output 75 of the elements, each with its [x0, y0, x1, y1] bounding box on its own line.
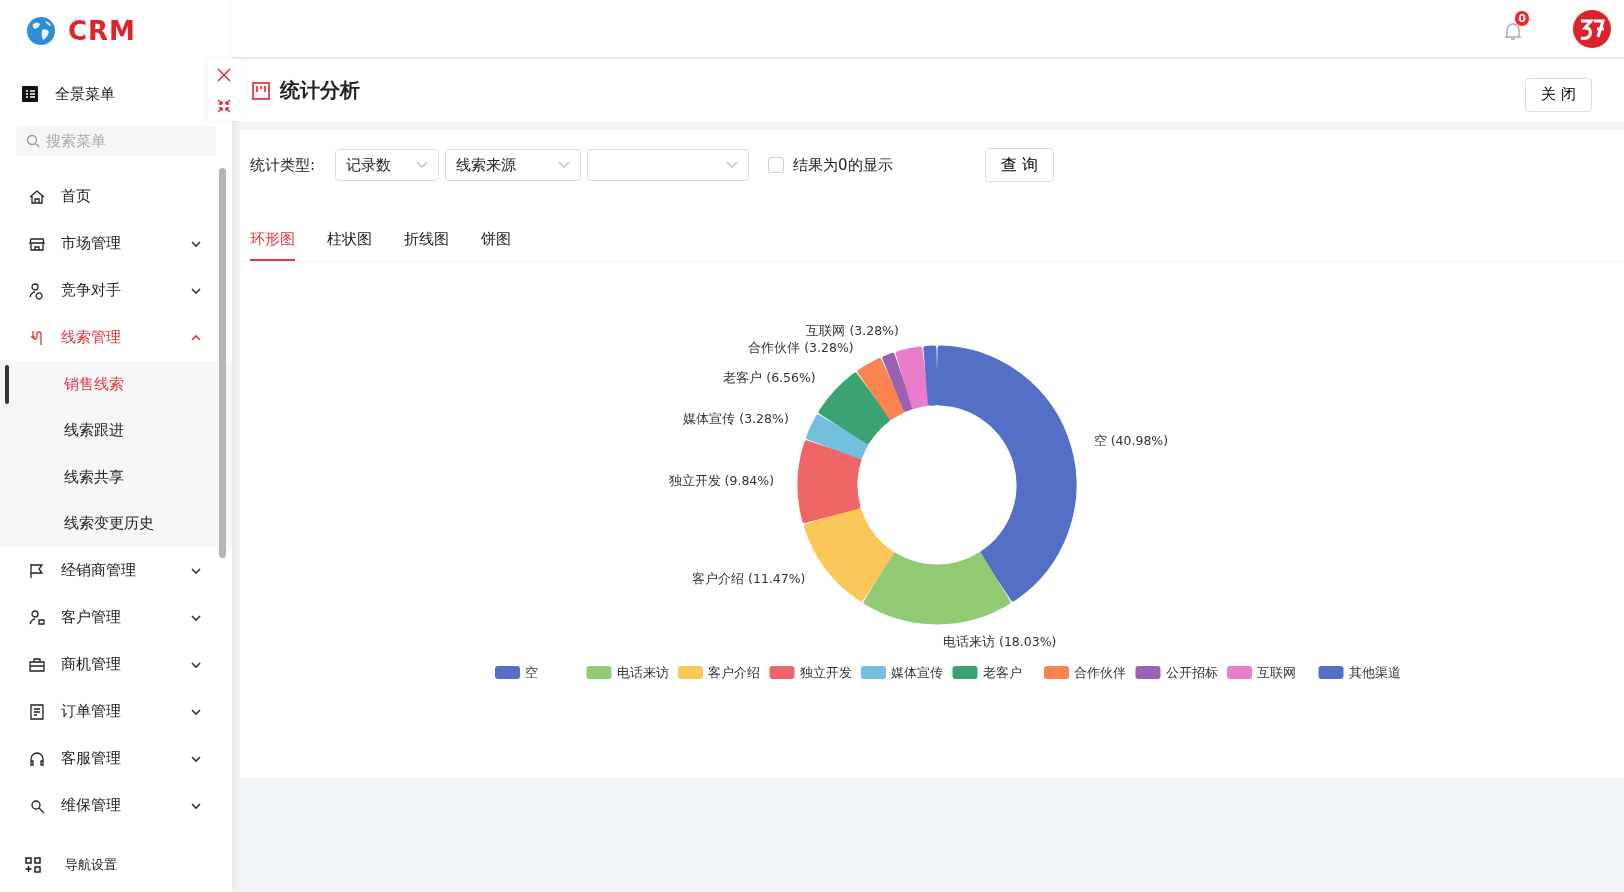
slice-label: 客户介绍 (11.47%): [692, 571, 806, 587]
flag-icon: [28, 561, 46, 580]
legend-label: 互联网: [1257, 665, 1296, 680]
legend-label: 空: [525, 665, 538, 680]
select-field[interactable]: [587, 149, 750, 181]
submenu-item[interactable]: 线索跟进: [0, 407, 232, 454]
slice-label: 老客户 (6.56%): [723, 370, 816, 386]
submenu-item[interactable]: 销售线索: [0, 361, 232, 408]
slice-label: 互联网 (3.28%): [806, 323, 899, 339]
slice-label: 独立开发 (9.84%): [668, 473, 775, 489]
slice-label: 电话来访 (18.03%): [943, 634, 1057, 649]
grid-menu-icon: [22, 86, 38, 102]
zero-result-checkbox[interactable]: 结果为0的显示: [768, 155, 893, 175]
legend-item[interactable]: 客户介绍: [678, 665, 760, 680]
menu-item[interactable]: 经销商管理: [0, 547, 232, 594]
legend-label: 媒体宣传: [891, 665, 943, 680]
menu-item[interactable]: 客户管理: [0, 594, 232, 641]
legend-label: 公开招标: [1165, 665, 1218, 680]
legend-item[interactable]: 互联网: [1227, 665, 1296, 680]
chart-tab[interactable]: 环形图: [250, 222, 295, 261]
submenu-item[interactable]: 线索变更历史: [0, 500, 232, 547]
nav-settings[interactable]: 导航设置: [0, 840, 232, 890]
menu-item[interactable]: 线索管理: [0, 314, 232, 361]
scrollbar[interactable]: [219, 168, 226, 558]
menu-item[interactable]: 首页: [0, 173, 232, 220]
search-field[interactable]: 搜索菜单: [16, 126, 216, 156]
legend-item[interactable]: 公开招标: [1135, 665, 1218, 680]
select-field[interactable]: 记录数: [335, 149, 440, 181]
legend-label: 合作伙伴: [1074, 665, 1126, 680]
page-title-icon: [252, 81, 270, 100]
close-icon: [216, 66, 232, 83]
menu-item[interactable]: 客服管理: [0, 735, 232, 782]
submenu-item[interactable]: 线索共享: [0, 454, 232, 501]
menu-item[interactable]: 维保管理: [0, 782, 232, 829]
avatar-logo-icon[interactable]: [1572, 8, 1612, 49]
page-title: 统计分析: [280, 77, 361, 104]
collapse-icon: [217, 98, 231, 113]
query-button[interactable]: 查 询: [984, 148, 1054, 182]
legend-item[interactable]: 独立开发: [769, 665, 852, 680]
menu-item[interactable]: 订单管理: [0, 688, 232, 735]
chart-tab[interactable]: 折线图: [404, 222, 449, 261]
slice-label: 媒体宣传 (3.28%): [683, 410, 789, 426]
briefcase-icon: [28, 655, 46, 674]
legend-item[interactable]: 老客户: [952, 665, 1022, 680]
legend-label: 独立开发: [799, 665, 852, 680]
legend-item[interactable]: 媒体宣传: [861, 665, 943, 680]
legend-label: 电话来访: [616, 665, 669, 680]
search-icon: [26, 134, 40, 148]
menu-item[interactable]: 商机管理: [0, 641, 232, 688]
legend-label: 老客户: [982, 665, 1022, 680]
headset-icon: [28, 749, 46, 768]
select-field[interactable]: 线索来源: [445, 149, 582, 181]
chart-tab[interactable]: 柱状图: [327, 222, 372, 261]
legend-item[interactable]: 其他渠道: [1318, 665, 1401, 680]
chart-tab[interactable]: 饼图: [481, 222, 511, 261]
filter-label: 统计类型:: [250, 155, 316, 175]
close-button[interactable]: 关 闭: [1525, 77, 1592, 112]
people-icon: [28, 281, 46, 300]
menu-item[interactable]: 市场管理: [0, 220, 232, 267]
globe-icon: [26, 16, 56, 46]
notification-badge: 0: [1514, 9, 1530, 27]
menu-item[interactable]: 竞争对手: [0, 267, 232, 314]
legend-item[interactable]: 合作伙伴: [1044, 665, 1126, 680]
legend-label: 其他渠道: [1348, 665, 1401, 680]
bell-icon[interactable]: [1504, 20, 1522, 41]
user-icon: [28, 608, 46, 627]
legend-item[interactable]: 电话来访: [586, 665, 669, 680]
slice-label: 空 (40.98%): [1093, 433, 1169, 449]
active-indicator: [5, 365, 9, 404]
checkbox[interactable]: [768, 157, 785, 173]
logo-text: CRM: [68, 16, 136, 46]
legend-label: 客户介绍: [708, 665, 760, 680]
slice-label: 合作伙伴 (3.28%): [748, 340, 854, 356]
grid-plus-icon: [25, 857, 41, 873]
document-icon: [28, 702, 46, 721]
